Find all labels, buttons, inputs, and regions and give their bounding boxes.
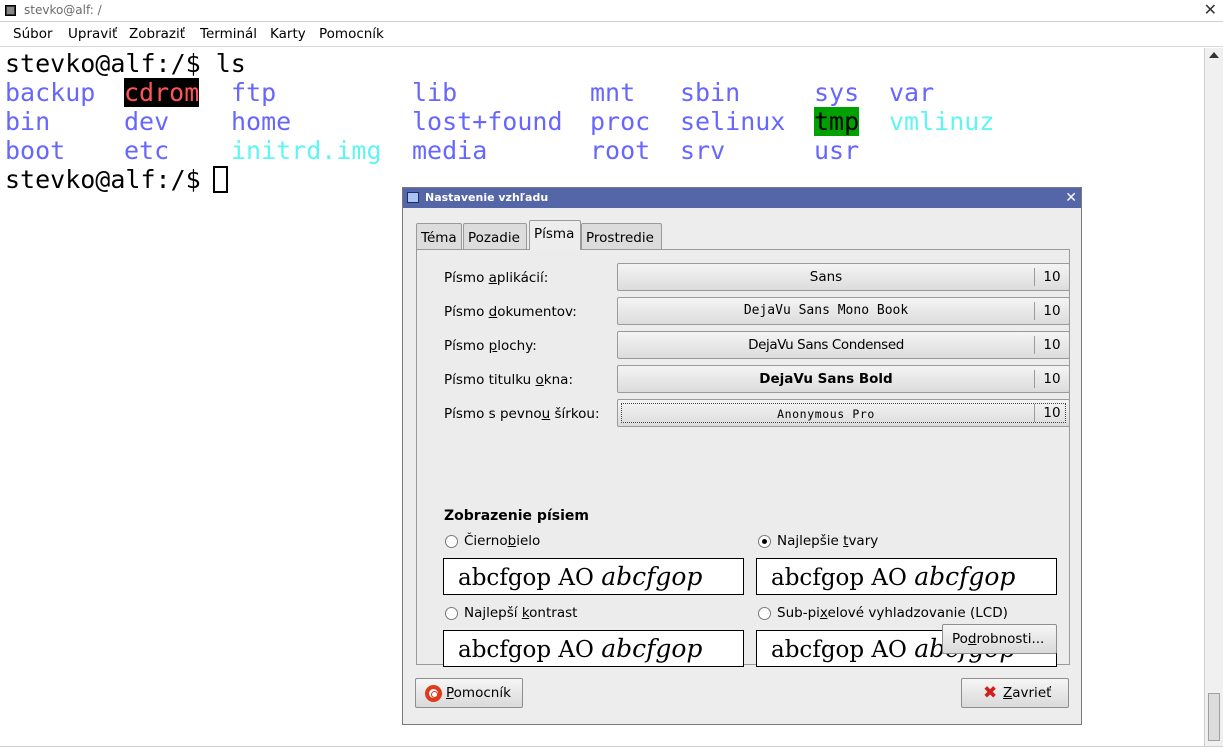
terminal-titlebar: stevko@alf: / ✕: [0, 0, 1223, 22]
tab-prostredie[interactable]: Prostredie: [581, 223, 662, 249]
radio-subpixel[interactable]: [758, 607, 771, 620]
close-x-icon: ✖: [983, 683, 998, 703]
ls-entry: lib: [412, 78, 458, 107]
application-font-button[interactable]: Sans 10: [617, 263, 1070, 291]
rendering-heading: Zobrazenie písiem: [444, 508, 589, 524]
menu-terminal[interactable]: Terminál: [200, 26, 257, 42]
terminal-app-icon: [5, 5, 16, 16]
window-title: stevko@alf: /: [24, 3, 102, 17]
radio-monochrome[interactable]: [445, 535, 458, 548]
font-size: 10: [1043, 337, 1061, 353]
font-name: Anonymous Pro: [777, 407, 875, 421]
scrollbar-thumb[interactable]: [1208, 693, 1220, 741]
radio-best-shapes-label[interactable]: Najlepšie tvary: [777, 533, 878, 549]
ls-entry-highlighted: cdrom: [124, 78, 200, 107]
radio-monochrome-label[interactable]: Čiernobielo: [464, 533, 540, 549]
ls-entry: selinux: [680, 107, 786, 136]
radio-subpixel-label[interactable]: Sub-pixelové vyhladzovanie (LCD): [777, 605, 1008, 621]
ls-entry: vmlinuz: [889, 107, 995, 136]
bottom-strip: [0, 746, 1223, 756]
ls-entry: root: [590, 136, 651, 165]
font-name: Sans: [809, 269, 843, 285]
document-font-label: Písmo dokumentov:: [444, 304, 577, 320]
window-close-icon[interactable]: ✕: [1204, 1, 1217, 19]
terminal-cursor: [213, 166, 228, 193]
prompt-line: stevko@alf:/$: [5, 165, 216, 194]
application-font-label: Písmo aplikácií:: [444, 270, 549, 286]
window-title-font-button[interactable]: DejaVu Sans Bold 10: [617, 365, 1070, 393]
desktop-font-label: Písmo plochy:: [444, 338, 537, 354]
close-button-label: Zavrieť: [1003, 685, 1052, 701]
ls-entry: sbin: [680, 78, 741, 107]
ls-entry: mnt: [590, 78, 636, 107]
menubar: Súbor Upraviť Zobraziť Terminál Karty Po…: [0, 22, 1223, 47]
document-font-button[interactable]: DejaVu Sans Mono Book 10: [617, 297, 1070, 325]
font-size: 10: [1043, 405, 1061, 421]
font-name: DejaVu Sans Bold: [759, 371, 893, 387]
preview-best-contrast[interactable]: abcfgop AO abcfgop: [443, 630, 744, 667]
menu-karty[interactable]: Karty: [270, 26, 306, 42]
menu-pomocnik[interactable]: Pomocník: [319, 26, 384, 42]
font-size: 10: [1043, 269, 1061, 285]
lifebuoy-icon: [425, 685, 442, 702]
ls-entry: bin: [5, 107, 51, 136]
help-button[interactable]: Pomocník: [415, 678, 523, 708]
tab-pozadie[interactable]: Pozadie: [463, 223, 527, 249]
font-name: DejaVu Sans Mono Book: [743, 303, 909, 318]
font-size: 10: [1043, 371, 1061, 387]
appearance-dialog: Nastavenie vzhľadu ✕ Téma Pozadie Písma …: [402, 187, 1082, 725]
menu-subor[interactable]: Súbor: [13, 26, 53, 42]
ls-entry: initrd.img: [231, 136, 382, 165]
dialog-titlebar[interactable]: Nastavenie vzhľadu ✕: [403, 188, 1081, 208]
close-button[interactable]: ✖ Zavrieť: [961, 678, 1069, 708]
ls-entry: media: [412, 136, 488, 165]
ls-entry: ftp: [231, 78, 277, 107]
preview-best-shapes[interactable]: abcfgop AO abcfgop: [756, 558, 1057, 595]
menu-zobrazit[interactable]: Zobraziť: [129, 26, 185, 42]
ls-entry-highlighted: tmp: [814, 107, 860, 136]
tab-tema[interactable]: Téma: [416, 223, 462, 249]
ls-entry: home: [231, 107, 292, 136]
dialog-close-icon[interactable]: ✕: [1065, 188, 1077, 208]
font-name: DejaVu Sans Condensed: [748, 337, 904, 353]
dialog-window-icon: [407, 192, 419, 203]
ls-entry: dev: [124, 107, 170, 136]
radio-best-contrast[interactable]: [445, 607, 458, 620]
tab-pisma[interactable]: Písma: [529, 220, 581, 250]
ls-entry: sys: [814, 78, 860, 107]
details-button-label: Podrobnosti...: [952, 631, 1045, 647]
ls-entry: etc: [124, 136, 170, 165]
fonts-tab-panel: Písmo aplikácií: Sans 10 Písmo dokumento…: [416, 249, 1070, 667]
details-button[interactable]: Podrobnosti...: [942, 624, 1057, 654]
ls-entry: srv: [680, 136, 726, 165]
ls-entry: proc: [590, 107, 651, 136]
ls-entry: backup: [5, 78, 96, 107]
preview-monochrome[interactable]: abcfgop AO abcfgop: [443, 558, 744, 595]
fixed-width-font-button[interactable]: Anonymous Pro 10: [617, 399, 1070, 427]
font-size: 10: [1043, 303, 1061, 319]
window-title-font-label: Písmo titulku okna:: [444, 372, 573, 388]
terminal-scrollbar[interactable]: [1204, 48, 1223, 746]
ls-entry: var: [889, 78, 935, 107]
desktop-font-button[interactable]: DejaVu Sans Condensed 10: [617, 331, 1070, 359]
menu-upravit[interactable]: Upraviť: [68, 26, 117, 42]
fixed-width-font-label: Písmo s pevnou šírkou:: [444, 406, 600, 422]
ls-entry: lost+found: [412, 107, 563, 136]
help-button-label: Pomocník: [446, 685, 511, 701]
dialog-title: Nastavenie vzhľadu: [425, 191, 549, 204]
radio-best-shapes[interactable]: [758, 535, 771, 548]
ls-entry: boot: [5, 136, 66, 165]
scroll-up-arrow-icon[interactable]: [1209, 52, 1219, 58]
prompt-line: stevko@alf:/$ ls: [5, 49, 246, 78]
radio-best-contrast-label[interactable]: Najlepší kontrast: [464, 605, 577, 621]
ls-entry: usr: [814, 136, 860, 165]
